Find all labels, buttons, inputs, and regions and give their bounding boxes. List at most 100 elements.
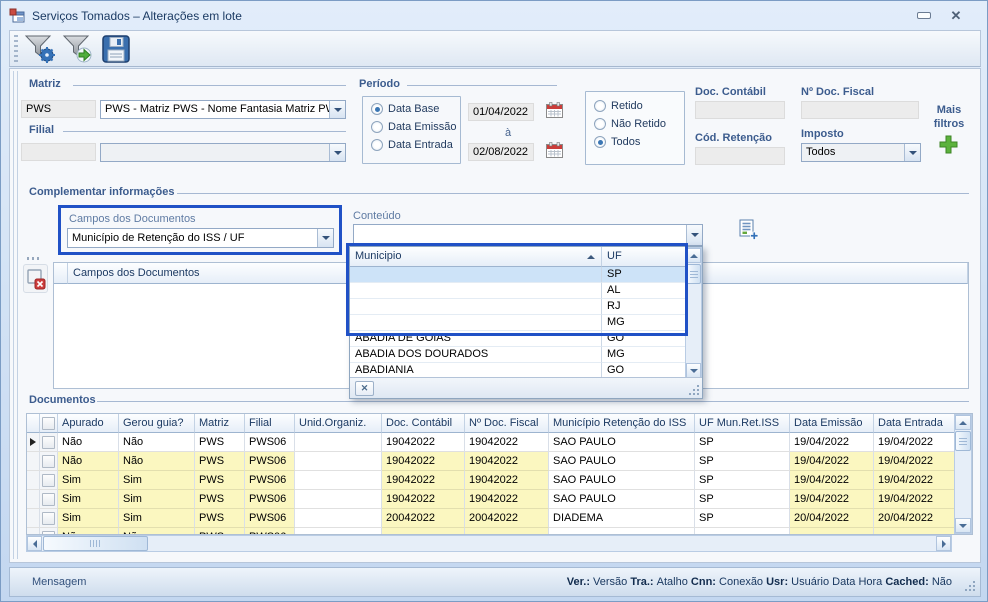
matriz-combo-dropdown-button[interactable] bbox=[329, 101, 345, 118]
dropdown-row[interactable]: SP bbox=[350, 267, 686, 283]
scroll-up-button[interactable] bbox=[686, 248, 701, 263]
radio-data-base[interactable]: Data Base bbox=[371, 103, 439, 115]
status-message: Mensagem bbox=[32, 576, 86, 588]
radio-todos[interactable]: Todos bbox=[594, 136, 640, 148]
row-checkbox[interactable] bbox=[42, 512, 55, 525]
titlebar[interactable]: Serviços Tomados – Alterações em lote bbox=[3, 3, 985, 29]
panel-splitter[interactable] bbox=[13, 71, 18, 559]
row-checkbox[interactable] bbox=[42, 455, 55, 468]
date-start-input[interactable]: 01/04/2022 bbox=[468, 103, 534, 121]
remove-field-button[interactable] bbox=[23, 264, 48, 293]
num-doc-fiscal-input[interactable] bbox=[801, 101, 919, 119]
dropdown-row[interactable]: ABADIA DOS DOURADOSMG bbox=[350, 347, 686, 363]
num-doc-fiscal-label: Nº Doc. Fiscal bbox=[801, 86, 874, 98]
table-row[interactable]: SimSimPWSPWS061904202219042022SAO PAULOS… bbox=[27, 471, 972, 490]
dropdown-row[interactable]: AL bbox=[350, 283, 686, 299]
filial-code-input[interactable] bbox=[21, 143, 96, 161]
column-header[interactable]: Filial bbox=[245, 414, 295, 433]
status-value: Data bbox=[832, 576, 858, 588]
column-header[interactable]: Data Emissão bbox=[790, 414, 874, 433]
status-label: Tra.: bbox=[630, 576, 656, 588]
table-cell: 19/04/2022 bbox=[790, 490, 874, 509]
dropdown-row[interactable]: ABADIA DE GOIASGO bbox=[350, 331, 686, 347]
radio-icon bbox=[594, 100, 606, 112]
scrollbar-thumb[interactable] bbox=[955, 431, 971, 451]
column-header[interactable]: Doc. Contábil bbox=[382, 414, 465, 433]
documents-vscrollbar[interactable] bbox=[954, 414, 972, 534]
scroll-right-button[interactable] bbox=[936, 536, 951, 551]
filter-apply-button[interactable] bbox=[60, 33, 96, 65]
scrollbar-thumb[interactable] bbox=[43, 536, 148, 551]
table-row[interactable]: SimSimPWSPWS062004202220042022DIADEMASP2… bbox=[27, 509, 972, 528]
dropdown-column-municipio[interactable]: Municipio bbox=[350, 247, 602, 267]
popup-resize-grip[interactable] bbox=[688, 384, 700, 396]
close-button[interactable]: ✕ bbox=[945, 7, 967, 24]
chevron-down-icon bbox=[691, 233, 699, 237]
status-value: Conexão bbox=[719, 576, 766, 588]
dropdown-scrollbar[interactable] bbox=[685, 247, 702, 379]
dropdown-cell-municipio bbox=[350, 283, 602, 299]
radio-retido[interactable]: Retido bbox=[594, 100, 643, 112]
popup-close-button[interactable]: ✕ bbox=[355, 381, 374, 396]
column-header[interactable]: Gerou guia? bbox=[119, 414, 195, 433]
scroll-down-button[interactable] bbox=[686, 363, 701, 378]
campos-combo-dropdown-button[interactable] bbox=[317, 229, 333, 247]
calendar-end-icon[interactable] bbox=[546, 142, 563, 158]
row-checkbox[interactable] bbox=[42, 474, 55, 487]
scrollbar-thumb[interactable] bbox=[686, 264, 701, 284]
dropdown-row[interactable]: MG bbox=[350, 315, 686, 331]
filial-combo-dropdown-button[interactable] bbox=[329, 144, 345, 161]
documents-hscrollbar[interactable] bbox=[26, 535, 952, 552]
window-resize-grip[interactable] bbox=[964, 580, 976, 592]
table-cell: SP bbox=[695, 490, 790, 509]
column-header[interactable]: Município Retenção do ISS bbox=[549, 414, 695, 433]
campos-documentos-combo[interactable]: Município de Retenção do ISS / UF bbox=[67, 228, 334, 248]
row-checkbox[interactable] bbox=[42, 493, 55, 506]
scroll-down-button[interactable] bbox=[955, 518, 971, 533]
calendar-start-icon[interactable] bbox=[546, 102, 563, 118]
filial-combo[interactable] bbox=[100, 143, 346, 162]
radio-nao-retido[interactable]: Não Retido bbox=[594, 118, 666, 130]
table-cell: Sim bbox=[119, 490, 195, 509]
table-row[interactable]: NãoNãoPWSPWS06 bbox=[27, 528, 972, 534]
add-field-icon[interactable] bbox=[737, 219, 759, 241]
conteudo-combo[interactable] bbox=[353, 224, 703, 246]
cod-retencao-input[interactable] bbox=[695, 147, 785, 165]
imposto-combo[interactable]: Todos bbox=[801, 143, 921, 162]
dropdown-column-uf[interactable]: UF bbox=[602, 247, 686, 267]
field-actions-handle[interactable] bbox=[27, 257, 39, 260]
row-checkbox[interactable] bbox=[42, 531, 55, 535]
column-header[interactable]: UF Mun.Ret.ISS bbox=[695, 414, 790, 433]
column-label: UF bbox=[607, 247, 622, 266]
table-row[interactable]: NãoNãoPWSPWS061904202219042022SAO PAULOS… bbox=[27, 452, 972, 471]
imposto-combo-dropdown-button[interactable] bbox=[904, 144, 920, 161]
matriz-code-input[interactable]: PWS bbox=[21, 100, 96, 118]
column-header[interactable]: Data Entrada bbox=[874, 414, 955, 433]
row-checkbox[interactable] bbox=[42, 436, 55, 449]
toolbar-grip[interactable] bbox=[14, 35, 18, 63]
table-row[interactable]: NãoNãoPWSPWS061904202219042022SAO PAULOS… bbox=[27, 433, 972, 452]
scroll-left-button[interactable] bbox=[27, 536, 42, 551]
scroll-up-button[interactable] bbox=[955, 415, 971, 430]
column-header[interactable]: Apurado bbox=[58, 414, 119, 433]
column-header[interactable]: Nº Doc. Fiscal bbox=[465, 414, 549, 433]
plus-icon[interactable] bbox=[939, 135, 958, 154]
conteudo-combo-dropdown-button[interactable] bbox=[686, 225, 702, 245]
filter-settings-button[interactable] bbox=[22, 33, 58, 65]
select-all-checkbox[interactable] bbox=[42, 417, 55, 430]
column-header[interactable]: Unid.Organiz. bbox=[295, 414, 382, 433]
radio-data-emissao[interactable]: Data Emissão bbox=[371, 121, 456, 133]
save-button[interactable] bbox=[98, 33, 134, 65]
matriz-combo[interactable]: PWS - Matriz PWS - Nome Fantasia Matriz … bbox=[100, 100, 346, 119]
dropdown-cell-uf: MG bbox=[602, 347, 686, 363]
row-checkbox-cell bbox=[40, 528, 58, 534]
doc-contabil-input[interactable] bbox=[695, 101, 785, 119]
column-header[interactable]: Matriz bbox=[195, 414, 245, 433]
minimize-button[interactable] bbox=[913, 7, 935, 24]
radio-data-entrada[interactable]: Data Entrada bbox=[371, 139, 453, 151]
date-end-input[interactable]: 02/08/2022 bbox=[468, 143, 534, 161]
table-row[interactable]: SimSimPWSPWS061904202219042022SAO PAULOS… bbox=[27, 490, 972, 509]
matriz-combo-value: PWS - Matriz PWS - Nome Fantasia Matriz … bbox=[105, 103, 343, 115]
dropdown-row[interactable]: RJ bbox=[350, 299, 686, 315]
table-cell: PWS06 bbox=[245, 452, 295, 471]
